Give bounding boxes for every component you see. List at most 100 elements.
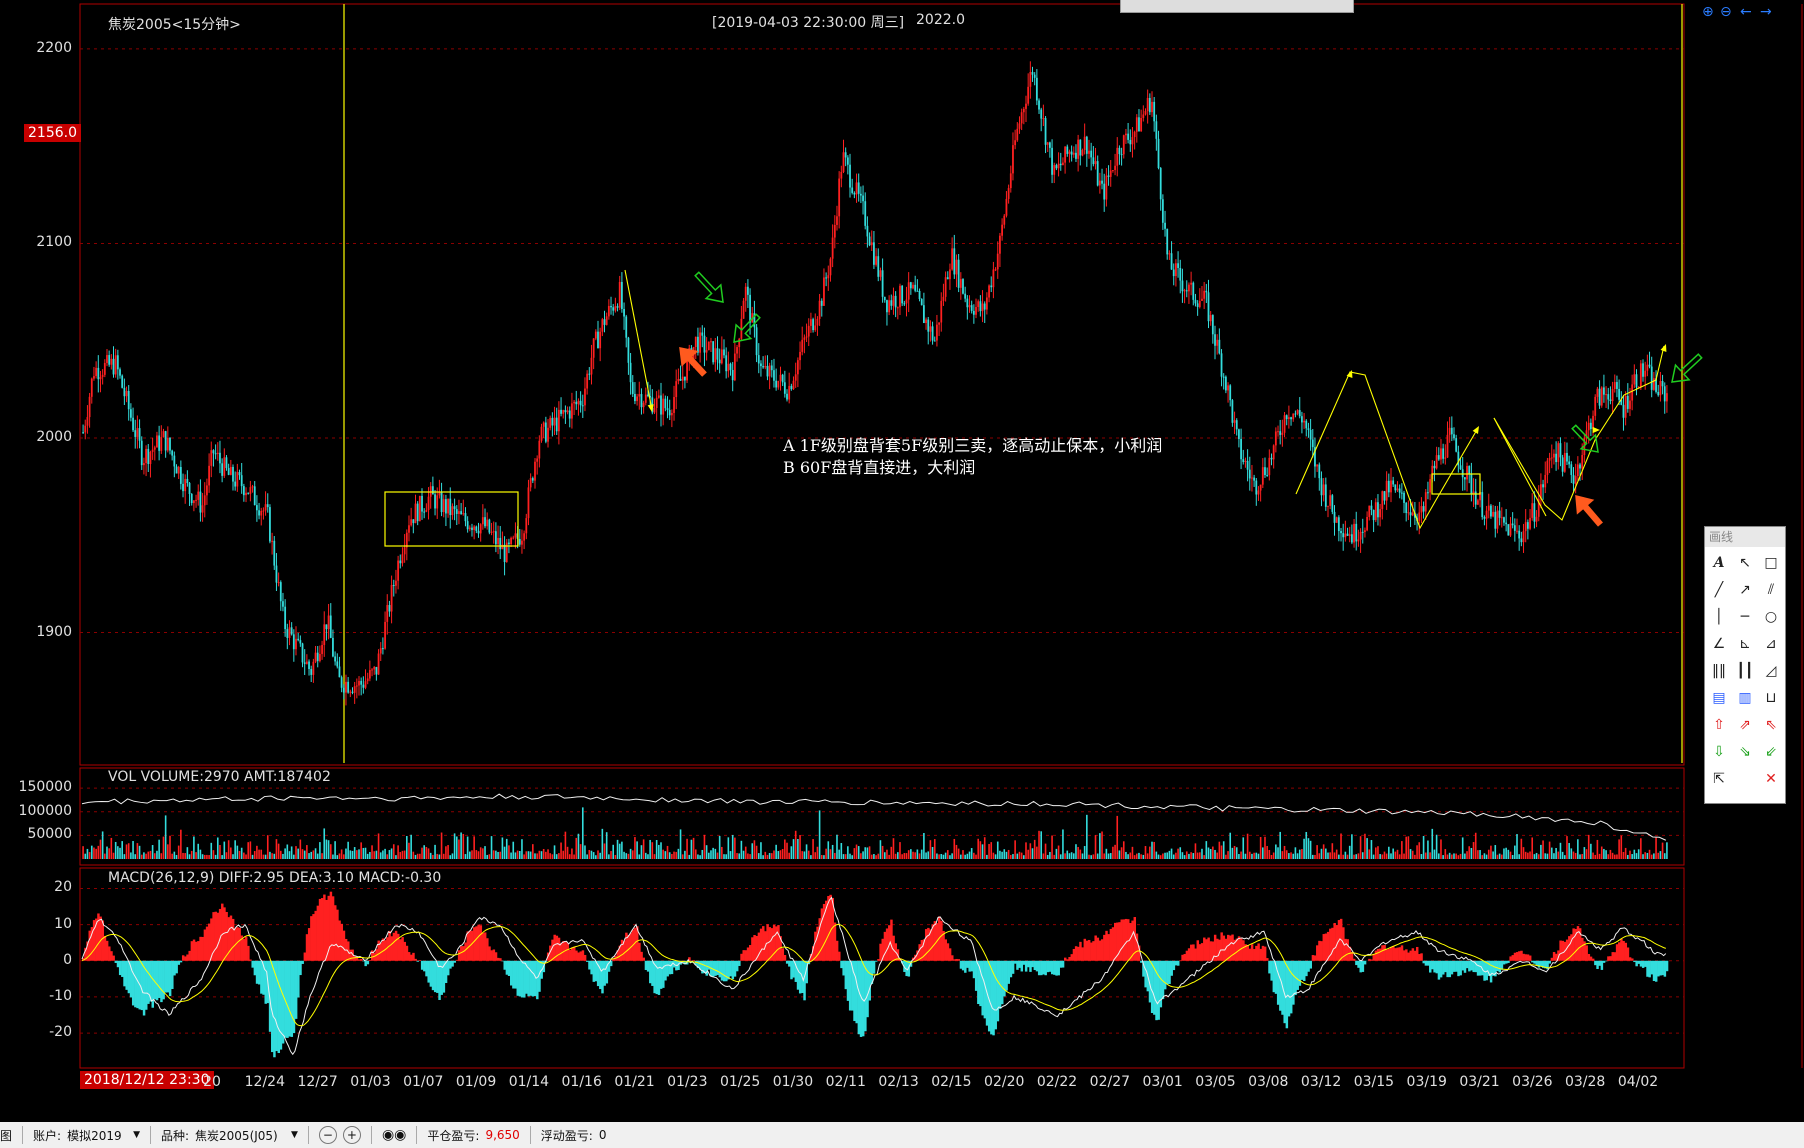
candle-body: [1220, 353, 1223, 377]
candle-body: [792, 380, 795, 390]
volume-bar: [697, 854, 699, 859]
volume-bar: [351, 850, 354, 859]
scroll-left-icon[interactable]: ←: [1740, 4, 1752, 20]
candle-body: [1077, 139, 1080, 159]
rectangle-tool-icon[interactable]: □: [1758, 549, 1784, 576]
candle-body: [1605, 394, 1607, 396]
fibonacci-lines-tool-icon[interactable]: ┃┃: [1732, 657, 1758, 684]
candle-body: [1629, 400, 1631, 409]
volume-bar: [757, 853, 760, 859]
select-tool-icon[interactable]: ⇱: [1706, 765, 1732, 792]
candle-body: [575, 401, 578, 405]
up-left-arrow-tool-icon[interactable]: ⇖: [1758, 711, 1784, 738]
candle-body: [355, 685, 358, 687]
macd-histogram-bar: [864, 960, 867, 1032]
macd-histogram-bar: [186, 954, 189, 961]
macd-histogram-bar: [1113, 922, 1117, 961]
candle-body: [473, 526, 476, 530]
volume-bar: [1292, 853, 1295, 859]
volume-bar: [879, 840, 882, 859]
orange-buy-arrow: [679, 347, 707, 377]
volume-bar: [1311, 854, 1314, 859]
volume-bar: [975, 854, 977, 859]
candle-body: [940, 300, 943, 323]
candle-body: [623, 309, 625, 317]
volume-bar: [316, 853, 319, 859]
volume-bar: [1481, 855, 1484, 859]
sell-label-tool-icon[interactable]: ▥: [1732, 684, 1758, 711]
pointer-tool-icon[interactable]: ↖: [1732, 549, 1758, 576]
volume-bar: [853, 848, 856, 859]
down-right-arrow-tool-icon[interactable]: ⇘: [1732, 738, 1758, 765]
angle-tool-icon[interactable]: ∠: [1706, 630, 1732, 657]
volume-bar: [1094, 835, 1097, 859]
horizontal-line-tool-icon[interactable]: ─: [1732, 603, 1758, 630]
plus-icon[interactable]: +: [342, 1126, 361, 1144]
segment-tool-icon[interactable]: ╱: [1706, 576, 1732, 603]
macd-histogram-bar: [1029, 960, 1032, 972]
sunglasses-icon[interactable]: ◉◉: [382, 1127, 406, 1143]
macd-histogram-bar: [959, 960, 963, 969]
up-right-arrow-tool-icon[interactable]: ⇗: [1732, 711, 1758, 738]
zoom-out-icon[interactable]: ⊖: [1720, 4, 1732, 20]
volume-bar: [1205, 841, 1208, 859]
delete-drawings-icon[interactable]: ✕: [1758, 765, 1784, 792]
candle-body: [842, 152, 845, 172]
volume-bar: [784, 839, 786, 859]
macd-histogram-bar: [1170, 960, 1173, 976]
angle-reverse-tool-icon[interactable]: ⊾: [1732, 630, 1758, 657]
fan-tool-icon[interactable]: ⊿: [1758, 630, 1784, 657]
volume-bar: [712, 847, 714, 859]
volume-bar: [718, 835, 721, 859]
macd-histogram-bar: [1565, 939, 1569, 961]
volume-bar: [121, 841, 123, 859]
minus-icon[interactable]: −: [318, 1126, 337, 1144]
macd-histogram-bar: [381, 938, 385, 961]
down-arrow-tool-icon[interactable]: ⇩: [1706, 738, 1732, 765]
vertical-line-tool-icon[interactable]: │: [1706, 603, 1732, 630]
buy-label-tool-icon[interactable]: ▤: [1706, 684, 1732, 711]
volume-bar: [160, 853, 163, 859]
parallel-lines-tool-icon[interactable]: ⫽: [1758, 576, 1784, 603]
volume-bar: [962, 850, 964, 859]
volume-bar: [1598, 853, 1601, 859]
up-arrow-tool-icon[interactable]: ⇧: [1706, 711, 1732, 738]
candle-body: [179, 467, 182, 484]
gann-tool-icon[interactable]: ◿: [1758, 657, 1784, 684]
scroll-right-icon[interactable]: →: [1760, 4, 1772, 20]
down-left-arrow-tool-icon[interactable]: ⇙: [1758, 738, 1784, 765]
cycle-lines-tool-icon[interactable]: ‖‖: [1706, 657, 1732, 684]
drawing-toolbox[interactable]: 画线 A ↖ □ ╱ ↗ ⫽ │ ─ ○ ∠ ⊾ ⊿ ‖‖ ┃┃ ◿ ▤ ▥ ⊔…: [1704, 526, 1786, 804]
volume-bar: [1170, 848, 1173, 859]
macd-histogram-bar: [1591, 958, 1595, 961]
macd-histogram-bar: [1320, 941, 1323, 961]
candle-body: [351, 691, 354, 693]
account-select[interactable]: 模拟2019: [67, 1127, 127, 1144]
candle-body: [1135, 117, 1138, 132]
measure-tool-icon[interactable]: ⊔: [1758, 684, 1784, 711]
candle-body: [614, 306, 617, 311]
stroke-line-d: [1493, 417, 1547, 517]
chevron-down-icon[interactable]: ▼: [133, 1130, 140, 1140]
macd-histogram-bar: [214, 911, 218, 961]
volume-bar: [1266, 845, 1268, 859]
candle-body: [699, 332, 702, 353]
ellipse-tool-icon[interactable]: ○: [1758, 603, 1784, 630]
text-tool-icon[interactable]: A: [1706, 549, 1732, 576]
top-toolbar[interactable]: [1120, 0, 1354, 13]
ray-tool-icon[interactable]: ↗: [1732, 576, 1758, 603]
stroke-line-c: [1493, 345, 1665, 521]
volume-bar: [731, 834, 734, 859]
candle-body: [1207, 292, 1210, 322]
candle-body: [886, 300, 888, 313]
volume-bar: [345, 848, 347, 859]
chevron-down-icon[interactable]: ▼: [291, 1130, 298, 1140]
volume-bar: [781, 849, 784, 859]
symbol-select[interactable]: 焦炭2005(J05): [195, 1127, 285, 1144]
volume-bar: [1318, 853, 1321, 859]
volume-bar: [1327, 852, 1329, 859]
volume-bar: [369, 851, 371, 859]
zoom-in-icon[interactable]: ⊕: [1702, 4, 1714, 20]
chart-canvas[interactable]: [0, 0, 1804, 1122]
candle-body: [229, 466, 232, 475]
